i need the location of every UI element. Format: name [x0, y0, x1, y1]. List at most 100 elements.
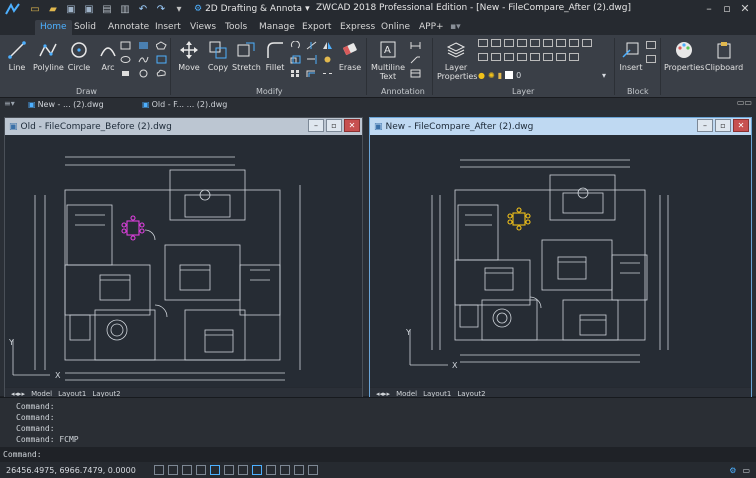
copy-button[interactable]: Copy — [206, 37, 230, 72]
save-icon[interactable]: ▣ — [64, 2, 78, 16]
layer-tool-icon[interactable] — [569, 53, 579, 61]
new-file-icon[interactable]: ▭ — [28, 2, 42, 16]
grid-icon[interactable] — [167, 465, 178, 475]
table-icon[interactable] — [410, 69, 421, 78]
explode-icon[interactable] — [322, 55, 333, 64]
settings-gear-icon[interactable]: ⚙ — [729, 466, 736, 475]
layer-tool-icon[interactable] — [530, 39, 540, 47]
create-block-icon[interactable] — [646, 41, 656, 49]
old-drawing-canvas[interactable]: Y X — [5, 135, 362, 387]
rotate-icon[interactable] — [290, 41, 301, 50]
leader-icon[interactable] — [410, 55, 421, 64]
edit-block-icon[interactable] — [646, 55, 656, 63]
insert-block-button[interactable]: Insert — [619, 37, 643, 72]
qp-icon[interactable] — [279, 465, 290, 475]
tab-app-plus[interactable]: APP+ — [414, 20, 449, 35]
array-icon[interactable] — [290, 69, 301, 78]
snap-icon[interactable] — [153, 465, 164, 475]
cloud-icon[interactable] — [156, 69, 167, 78]
tab-more-icon[interactable]: ▪▾ — [445, 20, 466, 35]
mirror-icon[interactable] — [322, 41, 333, 50]
print-icon[interactable]: ▤ — [100, 2, 114, 16]
hatch-icon[interactable] — [138, 41, 149, 50]
doc-tab-new[interactable]: ▣ New - ... (2).dwg — [28, 99, 104, 110]
layer-tool-icon[interactable] — [478, 53, 488, 61]
point-icon[interactable] — [120, 69, 131, 78]
layer-tool-icon[interactable] — [582, 39, 592, 47]
new-drawing-canvas[interactable]: Y X — [370, 135, 751, 387]
layer-tool-icon[interactable] — [517, 39, 527, 47]
offset-icon[interactable] — [306, 69, 317, 78]
donut-icon[interactable] — [138, 69, 149, 78]
minimize-button[interactable]: – — [308, 119, 324, 132]
restore-icon[interactable]: ▭▭ — [737, 98, 752, 107]
workspace-selector[interactable]: ⚙ 2D Drafting & Annota ▾ — [194, 4, 310, 14]
close-button[interactable]: ✕ — [736, 1, 754, 15]
erase-button[interactable]: Erase — [338, 37, 362, 72]
properties-button[interactable]: Properties — [664, 37, 704, 72]
annotation-icon[interactable] — [307, 465, 318, 475]
lineweight-icon[interactable] — [237, 465, 248, 475]
tab-manage[interactable]: Manage — [254, 20, 300, 35]
minimize-button[interactable]: – — [697, 119, 713, 132]
selection-cycling-icon[interactable] — [293, 465, 304, 475]
layer-dropdown[interactable]: ● ✺ ▮ 0 ▾ — [478, 69, 606, 81]
layer-tool-icon[interactable] — [517, 53, 527, 61]
close-button[interactable]: ✕ — [733, 119, 749, 132]
tab-express[interactable]: Express — [335, 20, 380, 35]
tab-views[interactable]: Views — [185, 20, 221, 35]
tab-tools[interactable]: Tools — [220, 20, 252, 35]
spline-icon[interactable] — [138, 55, 149, 64]
close-button[interactable]: ✕ — [344, 119, 360, 132]
ortho-icon[interactable] — [181, 465, 192, 475]
osnap-icon[interactable] — [209, 465, 220, 475]
arc-button[interactable]: Arc — [96, 37, 120, 72]
dimension-icon[interactable] — [410, 41, 421, 50]
undo-icon[interactable]: ↶ — [136, 2, 150, 16]
polyline-button[interactable]: Polyline — [33, 37, 64, 72]
polar-icon[interactable] — [195, 465, 206, 475]
layer-tool-icon[interactable] — [504, 53, 514, 61]
polygon-icon[interactable] — [156, 41, 167, 50]
fillet-button[interactable]: Fillet — [263, 37, 287, 72]
tab-annotate[interactable]: Annotate — [103, 20, 154, 35]
tab-insert[interactable]: Insert — [150, 20, 186, 35]
new-drawing-window[interactable]: ▣ New - FileCompare_After (2).dwg – ▫ ✕ — [369, 117, 752, 401]
multiline-text-button[interactable]: A Multiline Text — [371, 37, 405, 81]
trim-icon[interactable] — [306, 41, 317, 50]
dropdown-icon[interactable]: ▾ — [172, 2, 186, 16]
layer-tool-icon[interactable] — [478, 39, 488, 47]
doc-tab-old[interactable]: ▣ Old - F... ... (2).dwg — [142, 99, 227, 110]
clipboard-button[interactable]: Clipboard — [705, 37, 743, 72]
layer-tool-icon[interactable] — [556, 39, 566, 47]
tmode-icon[interactable] — [265, 465, 276, 475]
layer-tool-icon[interactable] — [543, 39, 553, 47]
rectangle-icon[interactable] — [120, 41, 131, 50]
saveas-icon[interactable]: ▣ — [82, 2, 96, 16]
break-icon[interactable] — [322, 69, 333, 78]
old-drawing-window[interactable]: ▣ Old - FileCompare_Before (2).dwg – ▫ ✕ — [4, 117, 363, 401]
layer-tool-icon[interactable] — [491, 53, 501, 61]
tab-menu-icon[interactable]: ≡▾ — [4, 99, 15, 108]
command-input[interactable]: Command: — [0, 448, 756, 461]
ellipse-icon[interactable] — [120, 55, 131, 64]
layer-tool-icon[interactable] — [569, 39, 579, 47]
tab-online[interactable]: Online — [376, 20, 415, 35]
layer-tool-icon[interactable] — [556, 53, 566, 61]
redo-icon[interactable]: ↷ — [154, 2, 168, 16]
tab-home[interactable]: Home — [35, 20, 72, 35]
line-button[interactable]: Line — [5, 37, 29, 72]
maximize-button[interactable]: ▫ — [715, 119, 731, 132]
fullscreen-icon[interactable]: ▭ — [742, 466, 750, 475]
minimize-button[interactable]: – — [700, 1, 718, 15]
region-icon[interactable] — [156, 55, 167, 64]
scale-icon[interactable] — [290, 55, 301, 64]
otrack-icon[interactable] — [223, 465, 234, 475]
layer-tool-icon[interactable] — [504, 39, 514, 47]
extend-icon[interactable] — [306, 55, 317, 64]
layer-tool-icon[interactable] — [491, 39, 501, 47]
maximize-button[interactable]: ▫ — [718, 1, 736, 15]
tab-solid[interactable]: Solid — [69, 20, 101, 35]
stretch-button[interactable]: Stretch — [232, 37, 261, 72]
layer-properties-button[interactable]: Layer Properties — [437, 37, 477, 81]
